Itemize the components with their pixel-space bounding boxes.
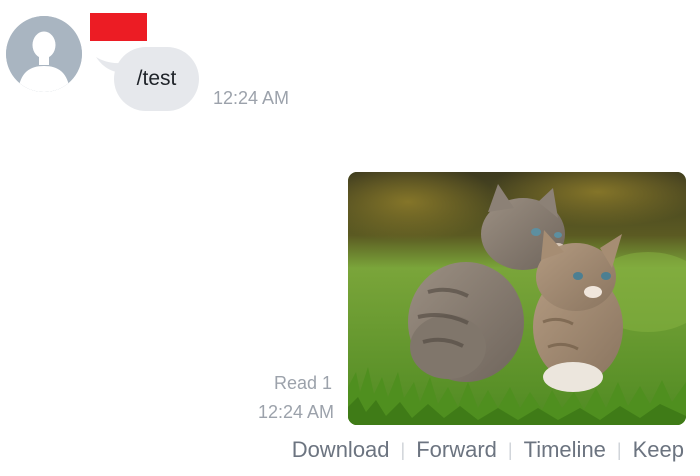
incoming-message-bubble[interactable]: /test xyxy=(114,47,199,111)
kittens-photo-icon xyxy=(348,172,686,425)
outgoing-message-time: 12:24 AM xyxy=(257,402,334,422)
photo-message[interactable] xyxy=(348,172,686,425)
action-separator: | xyxy=(507,439,513,460)
avatar[interactable] xyxy=(6,16,82,92)
download-link[interactable]: Download xyxy=(292,437,390,463)
incoming-message-time: 12:24 AM xyxy=(213,88,290,108)
action-separator: | xyxy=(400,439,406,460)
incoming-message-text: /test xyxy=(136,67,177,90)
timeline-link[interactable]: Timeline xyxy=(524,437,606,463)
default-user-icon xyxy=(6,16,82,92)
read-receipt: Read 1 xyxy=(273,373,332,393)
sender-name-redacted xyxy=(90,13,147,41)
forward-link[interactable]: Forward xyxy=(416,437,497,463)
action-separator: | xyxy=(616,439,622,460)
message-actions: Download | Forward | Timeline | Keep xyxy=(292,437,684,463)
keep-link[interactable]: Keep xyxy=(633,437,684,463)
